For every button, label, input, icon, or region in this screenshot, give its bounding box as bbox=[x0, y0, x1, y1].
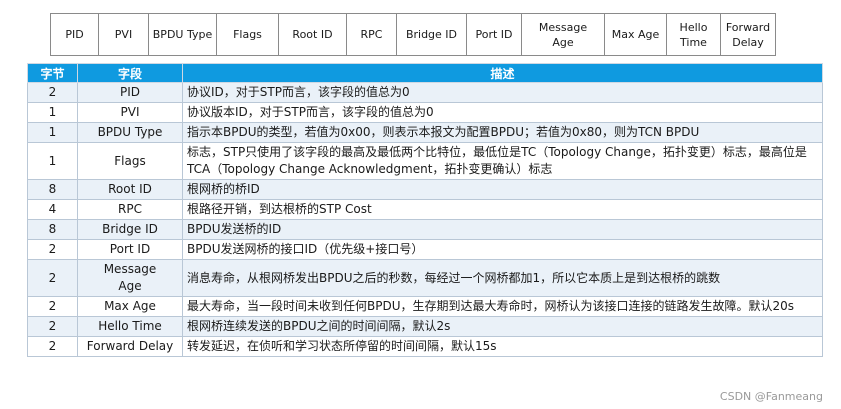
cell-field: Root ID bbox=[77, 179, 183, 200]
cell-description: 消息寿命，从根网桥发出BPDU之后的秒数，每经过一个网桥都加1，所以它本质上是到… bbox=[182, 259, 823, 297]
cell-field: PID bbox=[77, 82, 183, 103]
cell-description: 转发延迟，在侦听和学习状态所停留的时间间隔，默认15s bbox=[182, 336, 823, 357]
cell-description: 根网桥的桥ID bbox=[182, 179, 823, 200]
watermark: CSDN @Fanmeang bbox=[719, 390, 823, 403]
table-row: 2 Hello Time 根网桥连续发送的BPDU之间的时间间隔，默认2s bbox=[27, 316, 823, 337]
cell-bytes: 8 bbox=[27, 179, 78, 200]
strip-cell-rpc: RPC bbox=[347, 14, 397, 55]
cell-field: Forward Delay bbox=[77, 336, 183, 357]
strip-cell-port-id: Port ID bbox=[467, 14, 522, 55]
strip-cell-flags: Flags bbox=[217, 14, 279, 55]
cell-field: RPC bbox=[77, 199, 183, 220]
cell-field: Flags bbox=[77, 142, 183, 180]
bpdu-field-table: 字节 字段 描述 2 PID 协议ID，对于STP而言，该字段的值总为0 1 PVI 协… bbox=[27, 63, 823, 357]
cell-bytes: 8 bbox=[27, 219, 78, 240]
cell-field: Bridge ID bbox=[77, 219, 183, 240]
cell-bytes: 1 bbox=[27, 122, 78, 143]
cell-description: 协议版本ID，对于STP而言，该字段的值总为0 bbox=[182, 102, 823, 123]
strip-cell-forward-delay: Forward Delay bbox=[725, 20, 771, 49]
table-header-row: 字节 字段 描述 bbox=[27, 63, 823, 83]
table-row: 1 BPDU Type 指示本BPDU的类型，若值为0x00，则表示本报文为配置BP… bbox=[27, 122, 823, 143]
cell-bytes: 1 bbox=[27, 142, 78, 180]
cell-description: 协议ID，对于STP而言，该字段的值总为0 bbox=[182, 82, 823, 103]
strip-cell-max-age: Max Age bbox=[605, 14, 667, 55]
cell-bytes: 1 bbox=[27, 102, 78, 123]
table-row: 2 PID 协议ID，对于STP而言，该字段的值总为0 bbox=[27, 82, 823, 103]
header-field: 字段 bbox=[77, 63, 183, 83]
cell-description: 根路径开销，到达根桥的STP Cost bbox=[182, 199, 823, 220]
table-row: 4 RPC 根路径开销，到达根桥的STP Cost bbox=[27, 199, 823, 220]
cell-bytes: 2 bbox=[27, 82, 78, 103]
bpdu-format-strip: PID PVI BPDU Type Flags Root ID RPC Brid… bbox=[50, 13, 776, 56]
strip-cell-bridge-id: Bridge ID bbox=[397, 14, 467, 55]
table-row: 2 Port ID BPDU发送网桥的接口ID（优先级+接口号） bbox=[27, 239, 823, 260]
table-row: 2 Max Age 最大寿命，当一段时间未收到任何BPDU，生存期到达最大寿命时，网… bbox=[27, 296, 823, 317]
strip-cell-bpdu-type: BPDU Type bbox=[149, 14, 217, 55]
strip-cell-hello-time: Hello Time bbox=[667, 14, 721, 55]
cell-bytes: 2 bbox=[27, 336, 78, 357]
cell-field: Message Age bbox=[77, 259, 183, 297]
table-row: 1 PVI 协议版本ID，对于STP而言，该字段的值总为0 bbox=[27, 102, 823, 123]
cell-bytes: 2 bbox=[27, 316, 78, 337]
header-bytes: 字节 bbox=[27, 63, 78, 83]
table-row: 2 Message Age 消息寿命，从根网桥发出BPDU之后的秒数，每经过一个网桥… bbox=[27, 259, 823, 297]
cell-field: Hello Time bbox=[77, 316, 183, 337]
cell-bytes: 2 bbox=[27, 296, 78, 317]
cell-description: BPDU发送网桥的接口ID（优先级+接口号） bbox=[182, 239, 823, 260]
cell-bytes: 2 bbox=[27, 239, 78, 260]
cell-field: Max Age bbox=[77, 296, 183, 317]
cell-bytes: 2 bbox=[27, 259, 78, 297]
table-row: 2 Forward Delay 转发延迟，在侦听和学习状态所停留的时间间隔，默认15… bbox=[27, 336, 823, 357]
strip-cell-pvi: PVI bbox=[99, 14, 149, 55]
cell-description: 标志，STP只使用了该字段的最高及最低两个比特位，最低位是TC（Topology… bbox=[182, 142, 823, 180]
table-row: 8 Root ID 根网桥的桥ID bbox=[27, 179, 823, 200]
table-row: 8 Bridge ID BPDU发送桥的ID bbox=[27, 219, 823, 240]
cell-description: BPDU发送桥的ID bbox=[182, 219, 823, 240]
strip-cell-root-id: Root ID bbox=[279, 14, 347, 55]
cell-bytes: 4 bbox=[27, 199, 78, 220]
cell-description: 指示本BPDU的类型，若值为0x00，则表示本报文为配置BPDU；若值为0x80… bbox=[182, 122, 823, 143]
strip-cell-message-age: Message Age bbox=[522, 14, 605, 55]
cell-field: PVI bbox=[77, 102, 183, 123]
header-description: 描述 bbox=[182, 63, 823, 83]
cell-field: BPDU Type bbox=[77, 122, 183, 143]
cell-description: 根网桥连续发送的BPDU之间的时间间隔，默认2s bbox=[182, 316, 823, 337]
strip-cell-pid: PID bbox=[51, 14, 99, 55]
cell-description: 最大寿命，当一段时间未收到任何BPDU，生存期到达最大寿命时，网桥认为该接口连接… bbox=[182, 296, 823, 317]
table-row: 1 Flags 标志，STP只使用了该字段的最高及最低两个比特位，最低位是TC（To… bbox=[27, 142, 823, 180]
cell-field: Port ID bbox=[77, 239, 183, 260]
